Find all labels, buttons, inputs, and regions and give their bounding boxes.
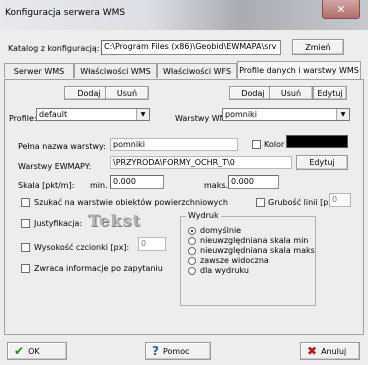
edit-layer-button[interactable]: Edytuj: [313, 86, 347, 100]
print-option-ignore-min-radio[interactable]: [188, 237, 196, 245]
remove-profile-label: Usuń: [116, 88, 138, 98]
change-catalog-button[interactable]: Zmień: [292, 39, 344, 55]
return-info-label: Zwraca informacje po zapytaniu: [34, 264, 163, 273]
help-button[interactable]: ? Pomoc: [145, 342, 211, 360]
tab-strip: Serwer WMS Właściwości WMS Właściwości W…: [4, 61, 364, 79]
search-surface-label: Szukać na warstwie obiektów powierzchnio…: [34, 198, 228, 207]
checkmark-icon: ✔: [14, 344, 25, 358]
remove-profile-button[interactable]: Usuń: [105, 86, 149, 100]
close-button[interactable]: ✕: [322, 0, 360, 19]
add-layer-label: Dodaj: [241, 88, 265, 98]
font-height-checkbox[interactable]: [21, 243, 30, 252]
title-bar: Konfiguracja serwera WMS ✕: [0, 0, 368, 30]
return-info-checkbox[interactable]: [21, 264, 30, 273]
scale-max-label: maks.: [204, 181, 229, 190]
search-surface-checkbox[interactable]: [21, 198, 30, 207]
line-width-checkbox[interactable]: [256, 198, 265, 207]
profile-select-value: default: [39, 110, 68, 119]
print-option-ignore-max-radio[interactable]: [188, 247, 196, 255]
color-label: Kolor: [264, 140, 285, 149]
tab-wms-server-label: Serwer WMS: [13, 66, 65, 76]
layers-select-value: pomniki: [225, 110, 257, 119]
justification-checkbox[interactable]: [21, 219, 30, 228]
print-option-ignore-min-label: nieuwzględniana skala min: [200, 236, 309, 245]
print-option-default-label: domyślnie: [200, 226, 242, 235]
font-height-label: Wysokość czcionki [px]:: [34, 243, 130, 252]
profile-label: Profile:: [9, 114, 37, 123]
line-width-input[interactable]: 0: [329, 193, 351, 207]
window-title: Konfiguracja serwera WMS: [5, 8, 126, 18]
edit-ewmapa-button[interactable]: Edytuj: [296, 155, 348, 170]
tab-wms-properties-label: Właściwości WMS: [80, 66, 151, 76]
close-icon: ✕: [336, 2, 346, 16]
full-name-input[interactable]: pomniki: [110, 138, 238, 151]
full-name-label: Pełna nazwa warstwy:: [18, 142, 106, 151]
color-checkbox[interactable]: [252, 140, 261, 149]
ewmapa-layers-label: Warstwy EWMAPY:: [18, 162, 92, 171]
print-option-always-visible-radio[interactable]: [188, 257, 196, 265]
tab-data-profiles-label: Profile danych i warstwy WMS: [239, 66, 359, 75]
scale-max-input[interactable]: 0.000: [228, 175, 279, 189]
justification-label: Justyfikacja:: [34, 219, 83, 228]
scale-min-input[interactable]: 0.000: [110, 175, 164, 189]
scale-min-label: min.: [90, 181, 108, 190]
tab-wms-properties[interactable]: Właściwości WMS: [74, 63, 157, 78]
profile-select[interactable]: default ▼: [36, 108, 150, 121]
catalog-label: Katalog z konfiguracją:: [8, 44, 100, 53]
ewmapa-layers-input[interactable]: \PRZYRODA\FORMY_OCHR_T\0: [110, 156, 292, 169]
color-swatch[interactable]: [286, 135, 348, 148]
tab-wms-server[interactable]: Serwer WMS: [4, 63, 74, 78]
font-height-input[interactable]: 0: [138, 237, 166, 251]
question-mark-icon: ?: [152, 344, 159, 358]
change-catalog-label: Zmień: [305, 42, 331, 52]
edit-layer-label: Edytuj: [317, 88, 343, 98]
scale-label: Skala [pkt/m]:: [18, 181, 75, 190]
layers-select[interactable]: pomniki ▼: [222, 108, 350, 121]
cross-icon: ✖: [307, 344, 318, 358]
ok-button[interactable]: ✔ OK: [7, 342, 67, 360]
ok-label: OK: [28, 346, 40, 356]
help-label: Pomoc: [162, 346, 190, 356]
print-option-default-radio[interactable]: [188, 227, 196, 235]
tab-data-profiles[interactable]: Profile danych i warstwy WMS: [237, 61, 361, 79]
remove-layer-button[interactable]: Usuń: [269, 86, 313, 100]
print-option-for-print-radio[interactable]: [188, 267, 196, 275]
tab-wfs-properties-label: Właściwości WFS: [162, 66, 232, 76]
justification-sample-text: Tekst: [88, 211, 141, 230]
catalog-path-input[interactable]: C:\Program Files (x86)\Geobid\EWMAPA\srv: [101, 40, 281, 55]
remove-layer-label: Usuń: [280, 88, 302, 98]
cancel-label: Anuluj: [321, 346, 347, 356]
add-profile-label: Dodaj: [77, 88, 101, 98]
chevron-down-icon: ▼: [336, 109, 349, 120]
print-option-always-visible-label: zawsze widoczna: [200, 256, 269, 265]
tab-wfs-properties[interactable]: Właściwości WFS: [157, 63, 237, 78]
edit-ewmapa-label: Edytuj: [309, 158, 335, 167]
chevron-down-icon: ▼: [136, 109, 149, 120]
print-option-ignore-max-label: nieuwzględniana skala maks: [200, 246, 315, 255]
print-option-for-print-label: dla wydruku: [200, 266, 249, 275]
cancel-button[interactable]: ✖ Anuluj: [300, 342, 360, 360]
print-group-title: Wydruk: [186, 211, 221, 220]
